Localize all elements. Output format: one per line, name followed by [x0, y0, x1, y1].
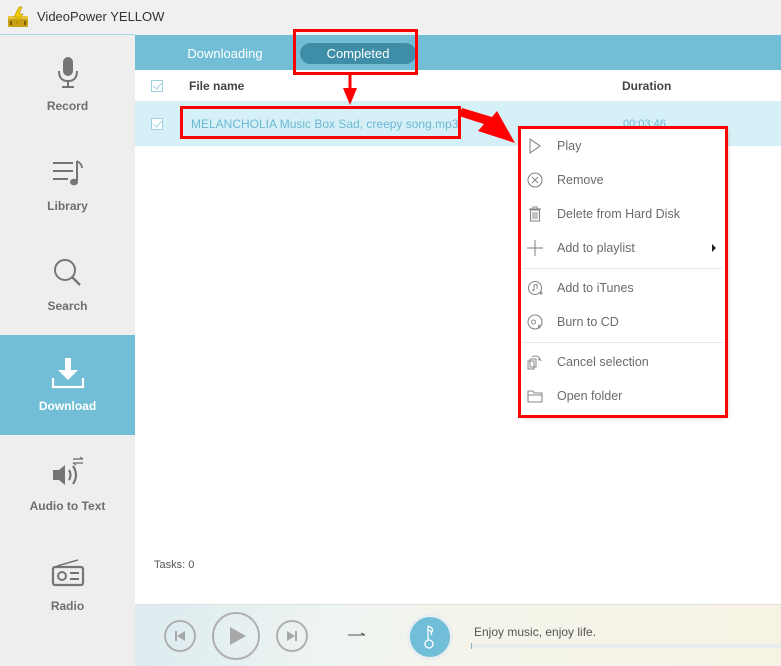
player-bar: Enjoy music, enjoy life.	[135, 604, 781, 666]
sidebar-item-library[interactable]: Library	[0, 135, 135, 235]
progress-bar[interactable]	[471, 643, 781, 649]
now-playing-title: Enjoy music, enjoy life.	[474, 625, 597, 639]
row-checkbox[interactable]	[151, 118, 163, 130]
speaker-convert-icon	[50, 455, 86, 491]
sidebar-item-label: Record	[46, 99, 89, 113]
play-icon	[230, 627, 246, 645]
search-icon	[50, 255, 86, 291]
annotation-box-completed-tab	[293, 29, 418, 75]
sidebar: Record Library Search Download Audio to …	[0, 35, 135, 666]
column-header-file-name[interactable]: File name	[189, 79, 244, 93]
radio-icon	[50, 555, 86, 591]
previous-button[interactable]	[164, 620, 196, 652]
play-button[interactable]	[212, 612, 260, 660]
sidebar-item-record[interactable]: Record	[0, 35, 135, 135]
annotation-box-file	[180, 106, 461, 139]
annotation-box-context-menu	[518, 126, 728, 418]
album-art	[407, 614, 453, 660]
sidebar-item-audio-to-text[interactable]: Audio to Text	[0, 435, 135, 535]
column-header-duration[interactable]: Duration	[622, 79, 671, 93]
play-mode-icon[interactable]	[347, 629, 367, 639]
app-logo-icon	[8, 6, 28, 27]
app-title: VideoPower YELLOW	[37, 9, 165, 24]
tab-bar: Downloading Completed	[135, 35, 781, 70]
microphone-icon	[50, 55, 86, 91]
tasks-count: Tasks: 0	[154, 559, 195, 571]
download-icon	[50, 355, 86, 391]
next-icon	[287, 631, 297, 641]
sidebar-item-download[interactable]: Download	[0, 335, 135, 435]
tab-downloading[interactable]: Downloading	[165, 43, 285, 64]
select-all-checkbox[interactable]	[151, 80, 163, 92]
previous-icon	[175, 631, 185, 641]
sidebar-item-label: Library	[47, 199, 88, 213]
music-list-icon	[50, 155, 86, 191]
next-button[interactable]	[276, 620, 308, 652]
sidebar-item-label: Search	[47, 299, 88, 313]
sidebar-item-label: Audio to Text	[29, 499, 106, 513]
sidebar-item-search[interactable]: Search	[0, 235, 135, 335]
sidebar-item-label: Download	[38, 399, 97, 413]
sidebar-item-radio[interactable]: Radio	[0, 535, 135, 635]
music-note-icon	[424, 625, 434, 649]
progress-handle[interactable]	[471, 643, 472, 649]
app-window: VideoPower YELLOW Record Library Search …	[0, 0, 781, 666]
sidebar-item-label: Radio	[50, 599, 85, 613]
table-header: File name Duration	[135, 70, 781, 101]
